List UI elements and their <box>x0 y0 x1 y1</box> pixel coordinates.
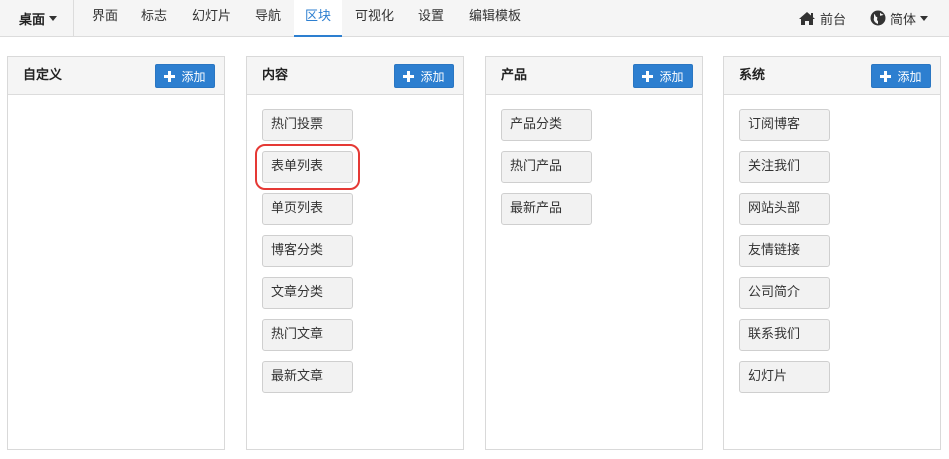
panel-products: 产品 添加 产品分类 热门产品 最新产品 <box>485 56 703 450</box>
frontend-link[interactable]: 前台 <box>798 0 846 36</box>
block-item-subscribe-blog[interactable]: 订阅博客 <box>739 109 830 141</box>
block-item-blog-categories[interactable]: 博客分类 <box>262 235 353 267</box>
block-list: 订阅博客 关注我们 网站头部 友情链接 公司简介 联系我们 幻灯片 <box>739 109 830 403</box>
add-button[interactable]: 添加 <box>394 64 454 88</box>
block-list: 产品分类 热门产品 最新产品 <box>501 109 592 235</box>
block-item-product-categories[interactable]: 产品分类 <box>501 109 592 141</box>
nav-item-logo[interactable]: 标志 <box>130 0 178 37</box>
block-list: 热门投票 表单列表 单页列表 博客分类 文章分类 热门文章 最新文章 <box>255 109 360 403</box>
nav-item-visualization[interactable]: 可视化 <box>344 0 405 37</box>
block-item-slideshow[interactable]: 幻灯片 <box>739 361 830 393</box>
top-navbar: 桌面 界面 标志 幻灯片 导航 区块 可视化 设置 编辑模板 前台 简体 <box>0 0 949 37</box>
add-label: 添加 <box>420 69 445 84</box>
nav-item-interface[interactable]: 界面 <box>82 0 128 37</box>
home-icon <box>799 11 815 25</box>
plus-icon <box>164 70 176 82</box>
panel-custom: 自定义 添加 <box>7 56 225 450</box>
block-item-latest-articles[interactable]: 最新文章 <box>262 361 353 393</box>
block-item-follow-us[interactable]: 关注我们 <box>739 151 830 183</box>
language-menu-button[interactable]: 简体 <box>870 0 929 36</box>
block-item-hot-articles[interactable]: 热门文章 <box>262 319 353 351</box>
panel-header: 自定义 添加 <box>8 57 224 95</box>
language-label: 简体 <box>890 12 917 28</box>
add-label: 添加 <box>659 69 684 84</box>
globe-icon <box>870 10 886 26</box>
panel-system: 系统 添加 订阅博客 关注我们 网站头部 友情链接 公司简介 联系我们 幻灯片 <box>723 56 941 450</box>
block-item-article-categories[interactable]: 文章分类 <box>262 277 353 309</box>
add-label: 添加 <box>897 69 922 84</box>
add-button[interactable]: 添加 <box>871 64 931 88</box>
block-item-contact-us[interactable]: 联系我们 <box>739 319 830 351</box>
block-item-site-header[interactable]: 网站头部 <box>739 193 830 225</box>
nav-item-slideshow[interactable]: 幻灯片 <box>181 0 242 37</box>
panel-title: 自定义 <box>23 68 63 83</box>
block-item-hot-votes[interactable]: 热门投票 <box>262 109 353 141</box>
panel-title: 系统 <box>739 68 766 83</box>
nav-item-blocks[interactable]: 区块 <box>294 0 342 37</box>
block-item-friend-links[interactable]: 友情链接 <box>739 235 830 267</box>
panel-header: 系统 添加 <box>724 57 940 95</box>
block-item-latest-products[interactable]: 最新产品 <box>501 193 592 225</box>
add-label: 添加 <box>181 69 206 84</box>
block-item-company-intro[interactable]: 公司简介 <box>739 277 830 309</box>
panel-header: 产品 添加 <box>486 57 702 95</box>
panel-header: 内容 添加 <box>247 57 463 95</box>
plus-icon <box>403 70 415 82</box>
block-item-single-page-list[interactable]: 单页列表 <box>262 193 353 225</box>
caret-down-icon <box>49 16 58 21</box>
panel-content: 内容 添加 热门投票 表单列表 单页列表 博客分类 文章分类 热门文章 最新文章 <box>246 56 464 450</box>
panel-title: 内容 <box>262 68 289 83</box>
block-item-hot-products[interactable]: 热门产品 <box>501 151 592 183</box>
desktop-menu-button[interactable]: 桌面 <box>0 0 74 36</box>
plus-icon <box>880 70 892 82</box>
desktop-menu-label: 桌面 <box>19 12 46 28</box>
block-item-form-list[interactable]: 表单列表 <box>255 144 360 190</box>
add-button[interactable]: 添加 <box>155 64 215 88</box>
frontend-label: 前台 <box>820 12 847 28</box>
nav-item-edit-template[interactable]: 编辑模板 <box>458 0 532 37</box>
add-button[interactable]: 添加 <box>633 64 693 88</box>
panel-title: 产品 <box>501 68 528 83</box>
caret-down-icon <box>920 16 929 21</box>
plus-icon <box>642 70 654 82</box>
nav-item-settings[interactable]: 设置 <box>407 0 455 37</box>
nav-item-navigation[interactable]: 导航 <box>244 0 292 37</box>
